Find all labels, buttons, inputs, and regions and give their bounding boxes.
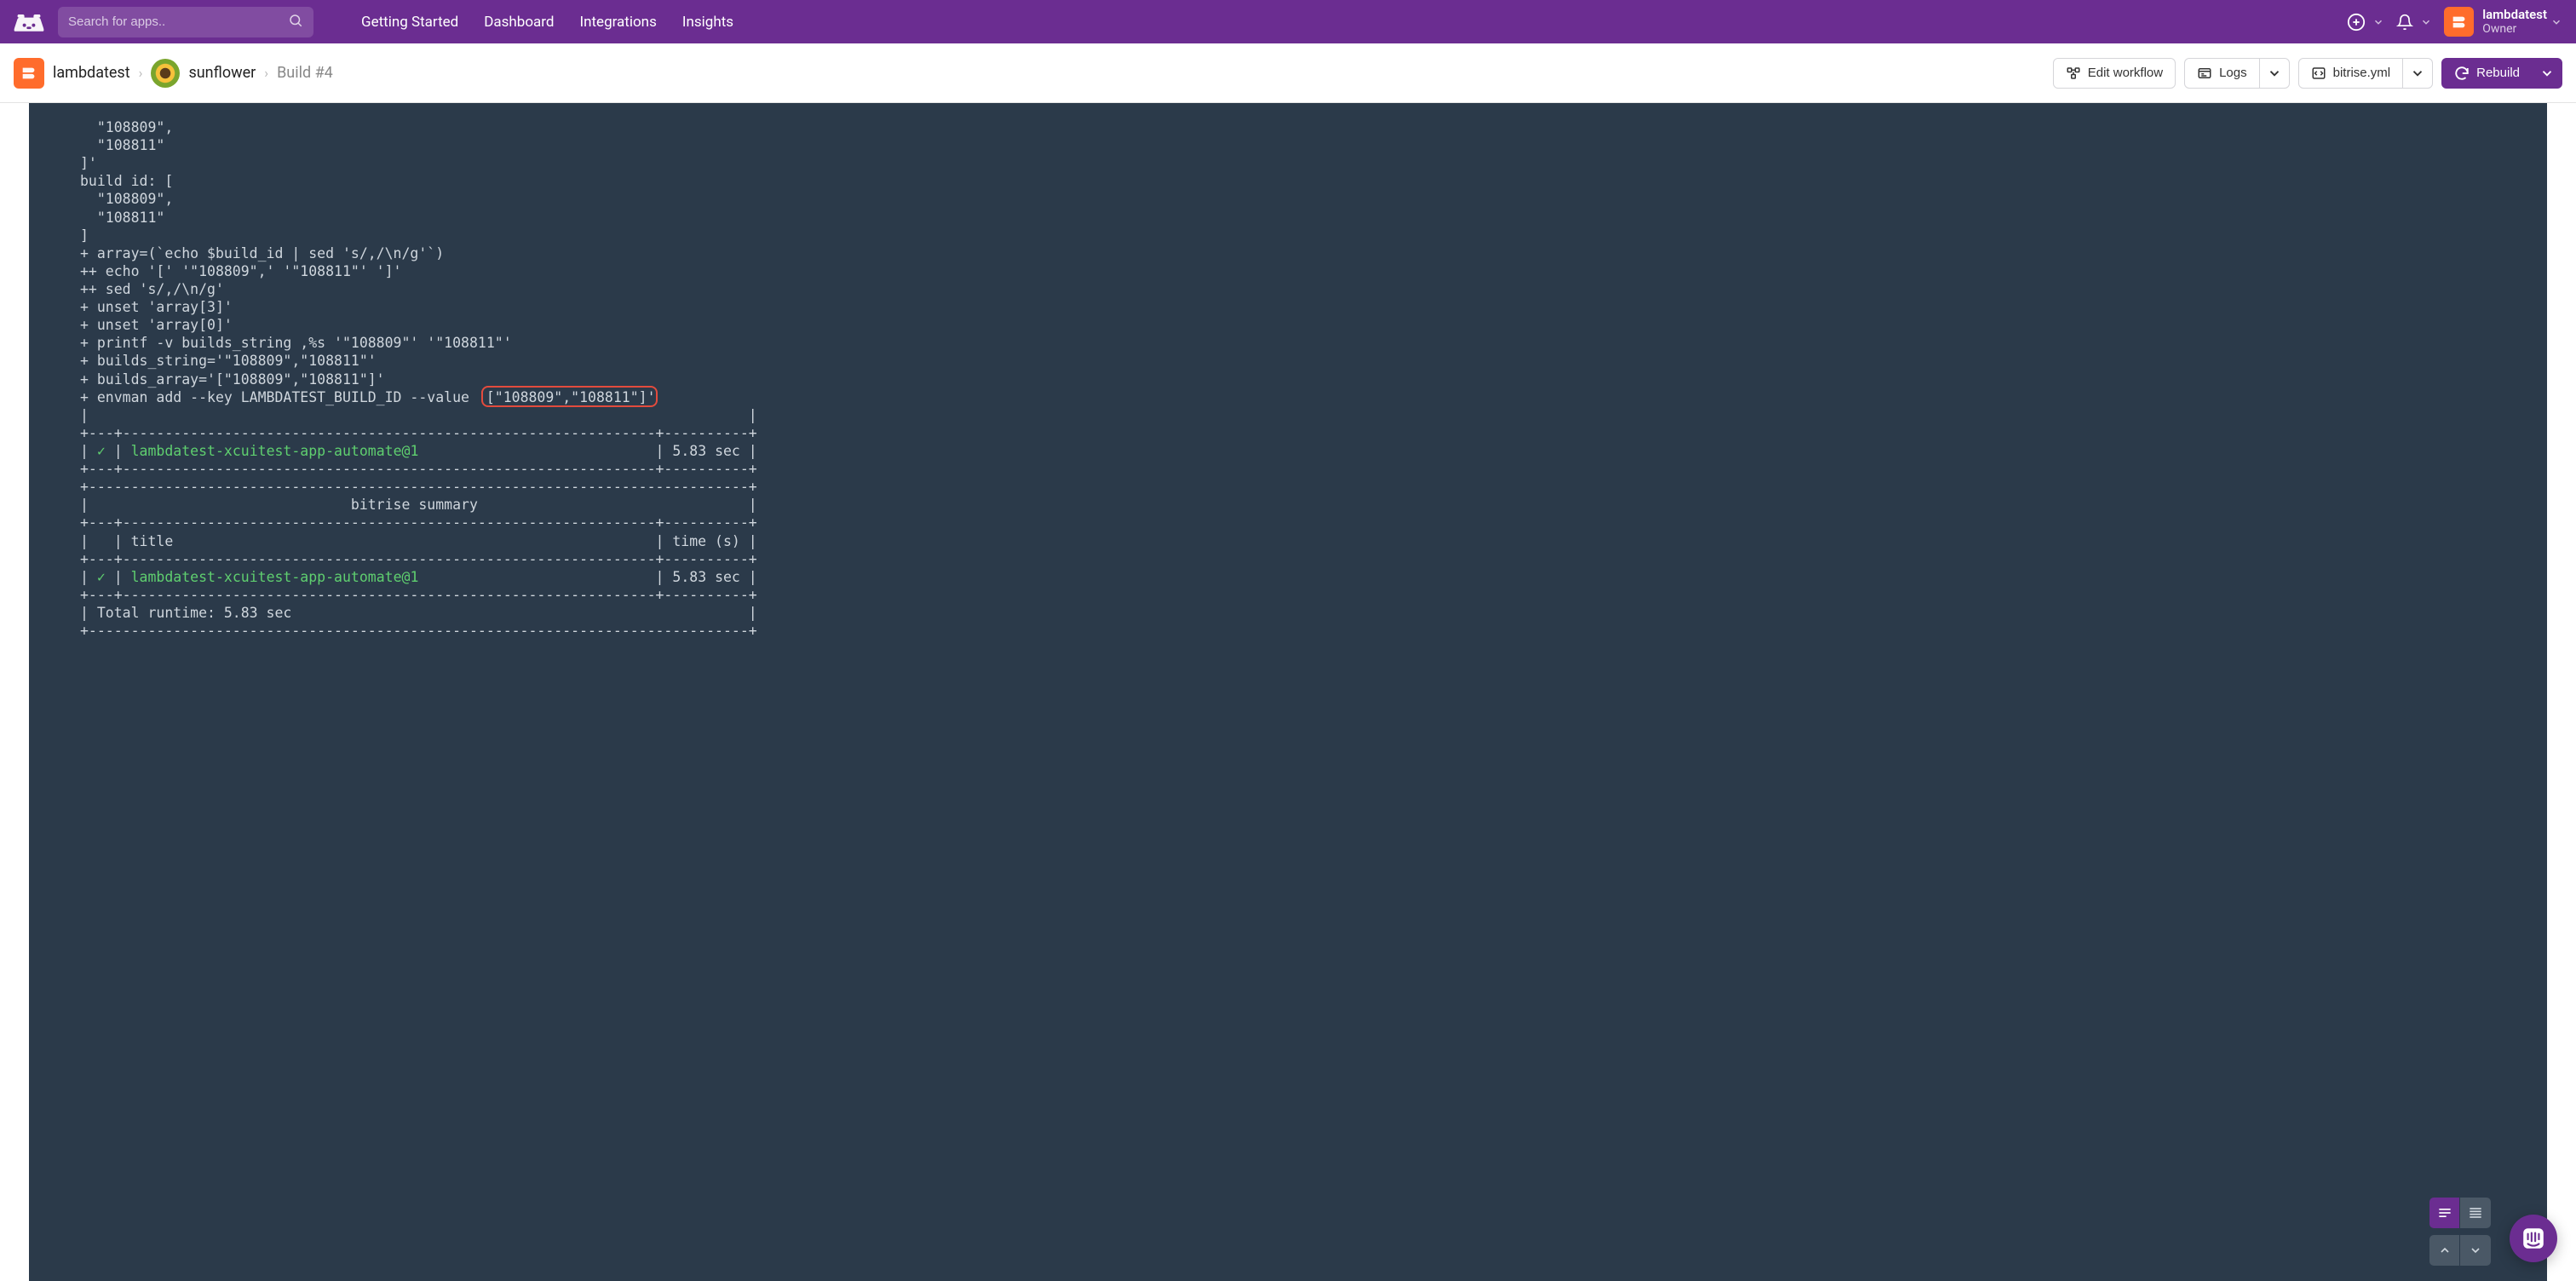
view-mode-full-button[interactable] bbox=[2460, 1198, 2491, 1228]
yml-label: bitrise.yml bbox=[2333, 66, 2391, 80]
yml-button[interactable]: bitrise.yml bbox=[2298, 58, 2404, 89]
nav-getting-started[interactable]: Getting Started bbox=[361, 14, 458, 31]
log-panel[interactable]: "108809", "108811"]'build id: [ "108809"… bbox=[29, 103, 2547, 1281]
top-nav: Getting Started Dashboard Integrations I… bbox=[0, 0, 2576, 43]
scroll-down-button[interactable] bbox=[2460, 1235, 2491, 1266]
subnav-actions: Edit workflow Logs bitrise.yml Rebuild bbox=[2053, 58, 2562, 89]
nav-dashboard[interactable]: Dashboard bbox=[484, 14, 554, 31]
subnav: lambdatest › sunflower › Build #4 Edit w… bbox=[0, 43, 2576, 103]
rebuild-dropdown-button[interactable] bbox=[2533, 58, 2562, 89]
intercom-chat-button[interactable] bbox=[2510, 1215, 2557, 1262]
logs-label: Logs bbox=[2219, 66, 2247, 80]
org-switcher[interactable]: lambdatest Owner bbox=[2444, 7, 2562, 37]
rebuild-button-group: Rebuild bbox=[2441, 58, 2562, 89]
logs-button-group: Logs bbox=[2184, 58, 2290, 89]
rebuild-label: Rebuild bbox=[2476, 66, 2520, 80]
logs-dropdown-button[interactable] bbox=[2260, 58, 2290, 89]
scroll-up-button[interactable] bbox=[2429, 1235, 2460, 1266]
nav-integrations[interactable]: Integrations bbox=[579, 14, 656, 31]
org-dropdown-icon bbox=[2550, 16, 2562, 28]
breadcrumb-project[interactable]: lambdatest bbox=[53, 64, 130, 82]
view-mode-wrap-button[interactable] bbox=[2429, 1198, 2460, 1228]
search-box[interactable] bbox=[58, 7, 313, 37]
edit-workflow-label: Edit workflow bbox=[2088, 66, 2163, 80]
nav-links: Getting Started Dashboard Integrations I… bbox=[361, 14, 733, 31]
breadcrumb-build: Build #4 bbox=[277, 64, 333, 82]
breadcrumb-sep-icon: › bbox=[264, 65, 268, 81]
search-input[interactable] bbox=[68, 14, 288, 29]
project-avatar-icon[interactable] bbox=[14, 58, 44, 89]
bitrise-logo-icon[interactable] bbox=[14, 7, 44, 37]
edit-workflow-button[interactable]: Edit workflow bbox=[2053, 58, 2176, 89]
logs-button[interactable]: Logs bbox=[2184, 58, 2260, 89]
log-wrap: "108809", "108811"]'build id: [ "108809"… bbox=[0, 103, 2576, 1281]
breadcrumb-sep-icon: › bbox=[139, 65, 143, 81]
add-icon[interactable] bbox=[2347, 13, 2366, 32]
nav-right: lambdatest Owner bbox=[2347, 7, 2562, 37]
float-controls bbox=[2429, 1198, 2491, 1266]
breadcrumb-app[interactable]: sunflower bbox=[188, 64, 256, 82]
org-role: Owner bbox=[2482, 22, 2547, 37]
notifications-dropdown-icon[interactable] bbox=[2420, 16, 2432, 28]
search-icon bbox=[288, 13, 303, 32]
rebuild-button[interactable]: Rebuild bbox=[2441, 58, 2533, 89]
notifications-icon[interactable] bbox=[2396, 14, 2413, 31]
app-avatar-icon[interactable] bbox=[151, 59, 180, 88]
yml-button-group: bitrise.yml bbox=[2298, 58, 2434, 89]
nav-insights[interactable]: Insights bbox=[682, 14, 733, 31]
org-name: lambdatest bbox=[2482, 7, 2547, 22]
org-avatar-icon bbox=[2444, 7, 2474, 37]
yml-dropdown-button[interactable] bbox=[2403, 58, 2433, 89]
org-text: lambdatest Owner bbox=[2482, 7, 2547, 37]
add-dropdown-icon[interactable] bbox=[2372, 16, 2384, 28]
